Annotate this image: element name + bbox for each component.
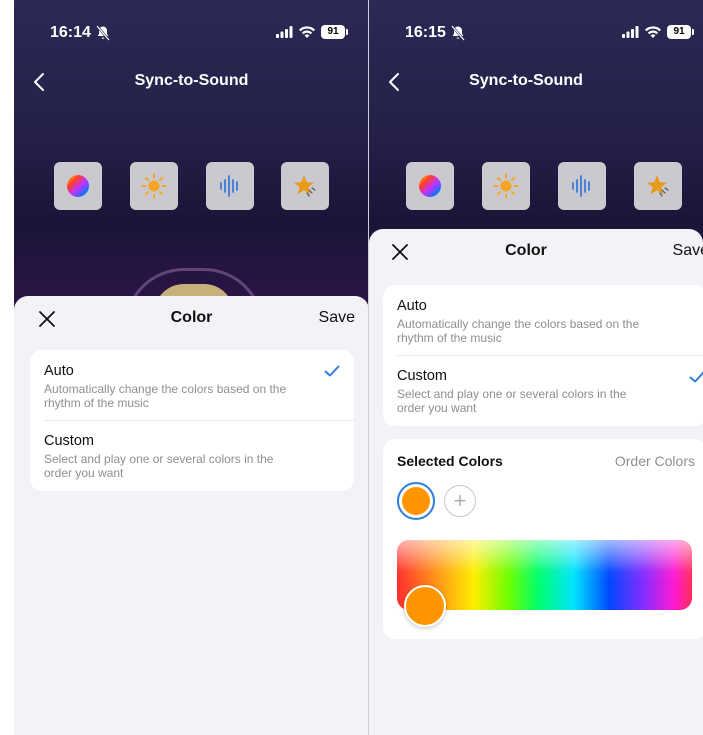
option-auto-title: Auto <box>44 363 74 379</box>
sound-wave-icon <box>220 175 238 197</box>
battery-icon: 91 <box>321 25 348 39</box>
color-mode-options: Auto Automatically change the colors bas… <box>383 285 703 426</box>
mode-button-rhythm[interactable] <box>558 162 606 210</box>
signal-icon <box>276 26 293 38</box>
wifi-icon <box>299 26 315 38</box>
phone-screen-right: 16:15 91 Sync-to-Sound Color Sav Auto Au… <box>369 0 703 735</box>
selected-colors-title: Selected Colors <box>397 453 503 469</box>
checkmark-icon <box>689 371 703 383</box>
order-colors-link[interactable]: Order Colors <box>615 453 695 469</box>
wifi-icon <box>645 26 661 38</box>
mode-toolbar <box>14 162 369 210</box>
status-time: 16:14 <box>50 24 91 41</box>
option-custom-title: Custom <box>397 368 447 384</box>
nav-bar: Sync-to-Sound <box>369 68 703 96</box>
add-color-button[interactable]: + <box>444 485 476 517</box>
option-auto[interactable]: Auto Automatically change the colors bas… <box>30 350 354 420</box>
color-wheel-icon <box>67 175 89 197</box>
option-custom-description: Select and play one or several colors in… <box>397 387 627 415</box>
option-custom-title: Custom <box>44 433 94 449</box>
battery-icon: 91 <box>667 25 694 39</box>
option-auto-description: Automatically change the colors based on… <box>397 317 640 345</box>
page-title: Sync-to-Sound <box>469 72 583 89</box>
mode-button-effects[interactable] <box>281 162 329 210</box>
save-button[interactable]: Save <box>673 242 703 260</box>
mode-button-color[interactable] <box>54 162 102 210</box>
status-bar: 16:14 91 <box>14 22 369 46</box>
star-icon <box>293 175 316 197</box>
option-custom[interactable]: Custom Select and play one or several co… <box>383 355 703 426</box>
color-dot <box>402 487 430 515</box>
option-custom[interactable]: Custom Select and play one or several co… <box>30 420 354 491</box>
mode-button-effects[interactable] <box>634 162 682 210</box>
star-icon <box>646 175 669 197</box>
mode-button-rhythm[interactable] <box>206 162 254 210</box>
sun-icon <box>141 173 167 199</box>
bell-muted-icon <box>96 25 110 41</box>
option-auto[interactable]: Auto Automatically change the colors bas… <box>383 285 703 355</box>
sheet-title: Color <box>505 242 547 259</box>
mode-toolbar <box>369 162 703 210</box>
signal-icon <box>622 26 639 38</box>
mode-button-brightness[interactable] <box>130 162 178 210</box>
color-sheet: Color Save Auto Automatically change the… <box>14 296 369 735</box>
color-mode-options: Auto Automatically change the colors bas… <box>30 350 354 491</box>
save-button[interactable]: Save <box>319 309 355 327</box>
nav-bar: Sync-to-Sound <box>14 68 369 96</box>
sheet-header: Color Save <box>14 296 369 340</box>
color-wheel-icon <box>419 175 441 197</box>
sheet-header: Color Save <box>369 229 703 273</box>
page-title: Sync-to-Sound <box>134 72 249 89</box>
selected-color-swatch[interactable] <box>397 482 435 520</box>
checkmark-icon <box>324 365 340 377</box>
color-sheet: Color Save Auto Automatically change the… <box>369 229 703 735</box>
bell-muted-icon <box>451 25 465 41</box>
status-bar: 16:15 91 <box>369 22 703 46</box>
selected-colors-panel: Selected Colors Order Colors + <box>383 439 703 639</box>
option-custom-description: Select and play one or several colors in… <box>44 452 274 480</box>
sound-wave-icon <box>572 175 590 197</box>
sheet-title: Color <box>170 309 213 326</box>
spectrum-handle[interactable] <box>404 585 446 627</box>
option-auto-title: Auto <box>397 298 427 314</box>
status-time: 16:15 <box>405 24 446 41</box>
option-auto-description: Automatically change the colors based on… <box>44 382 287 410</box>
mode-button-color[interactable] <box>406 162 454 210</box>
sun-icon <box>493 173 519 199</box>
mode-button-brightness[interactable] <box>482 162 530 210</box>
phone-screen-left: 16:14 91 Sync-to-Sound Color Save Auto A… <box>14 0 369 735</box>
